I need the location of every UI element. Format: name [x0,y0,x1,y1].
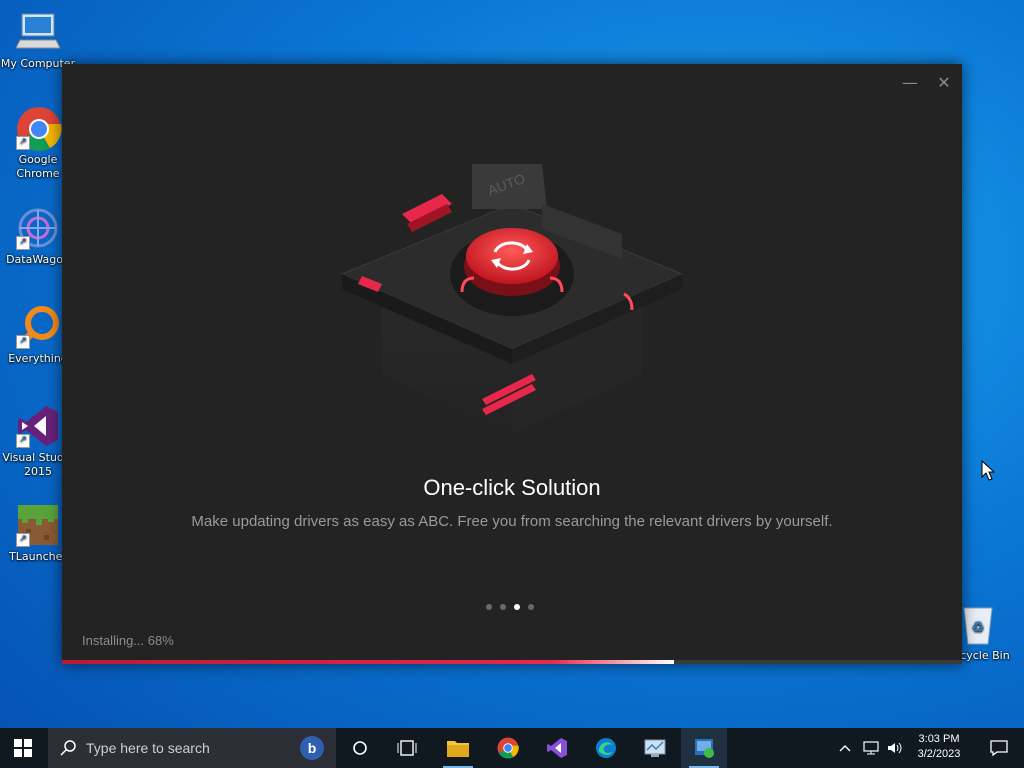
grass-block-icon: ↗ [16,503,60,547]
visual-studio-icon: ↗ [16,404,60,448]
shortcut-arrow-icon: ↗ [16,136,30,150]
chevron-up-icon[interactable] [834,728,856,768]
shortcut-arrow-icon: ↗ [16,434,30,448]
one-click-hero-illustration: AUTO [340,164,684,434]
carousel-dot[interactable] [486,604,492,610]
carousel-dot[interactable] [528,604,534,610]
taskbar: Type here to search b 3:03 PM 3/2/2023 [0,728,1024,768]
clock-time: 3:03 PM [918,733,960,745]
progress-fill [62,660,674,664]
control-panel-icon[interactable] [632,728,678,768]
close-icon[interactable]: ✕ [933,72,955,94]
chrome-icon: ↗ [16,106,62,151]
carousel-dot-active[interactable] [514,604,520,610]
recycle-bin-icon: ♻ [956,602,1000,646]
slide-title: One-click Solution [423,475,601,500]
cortana-icon[interactable] [337,728,383,768]
install-status: Installing... 68% [82,633,174,648]
desktop-icon-my-computer[interactable]: My Computer [0,10,76,71]
visual-studio-icon[interactable] [534,728,580,768]
start-icon[interactable] [0,728,46,768]
file-explorer-icon[interactable] [435,728,481,768]
edge-icon[interactable] [583,728,629,768]
progress-bar [62,660,962,664]
svg-text:♻: ♻ [972,620,985,636]
slide-description: Make updating drivers as easy as ABC. Fr… [191,513,833,530]
mouse-cursor-icon [981,460,995,481]
carousel-dots [486,604,534,610]
driver-installer-icon[interactable] [681,728,727,768]
search-placeholder: Type here to search [86,740,210,756]
magnifier-icon: ↗ [16,305,60,349]
installer-window: — ✕ AUTO One-click Solution Make updatin… [62,64,962,664]
computer-icon [15,10,61,54]
minimize-icon[interactable]: — [899,72,921,94]
system-clock[interactable]: 3:03 PM 3/2/2023 [906,732,972,762]
datawagon-icon: ↗ [16,206,60,250]
carousel-dot[interactable] [500,604,506,610]
shortcut-arrow-icon: ↗ [16,335,30,349]
clock-date: 3/2/2023 [917,748,961,760]
notification-icon[interactable] [976,728,1022,768]
network-icon[interactable] [860,728,882,768]
chrome-icon[interactable] [485,728,531,768]
bing-icon[interactable]: b [300,736,324,760]
task-view-icon[interactable] [384,728,430,768]
volume-icon[interactable] [884,728,906,768]
taskbar-search-box[interactable]: Type here to search b [48,728,336,768]
shortcut-arrow-icon: ↗ [16,236,30,250]
search-icon [60,740,76,756]
shortcut-arrow-icon: ↗ [16,533,30,547]
